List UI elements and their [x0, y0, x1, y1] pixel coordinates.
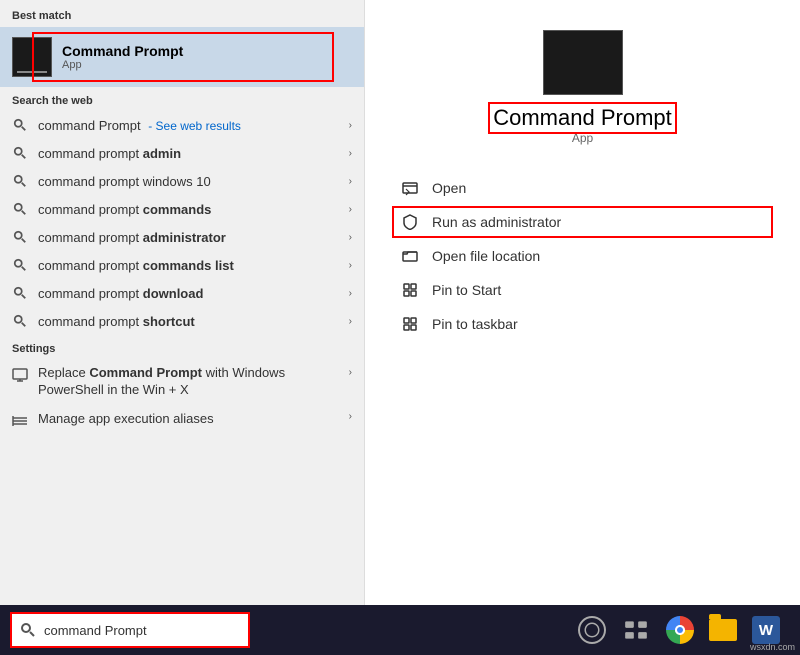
search-item-4[interactable]: command prompt commands ›	[0, 195, 364, 223]
see-web-label: - See web results	[148, 119, 241, 133]
search-icon-2	[12, 145, 28, 161]
cortana-icon[interactable]	[578, 616, 606, 644]
search-icon-1	[12, 117, 28, 133]
search-text-6: command prompt commands list	[38, 258, 349, 273]
action-run-as-admin[interactable]: Run as administrator	[395, 209, 770, 235]
open-icon	[400, 178, 420, 198]
search-item-1[interactable]: command Prompt - See web results ›	[0, 111, 364, 139]
taskbar-search-text: command Prompt	[44, 623, 147, 638]
search-item-7[interactable]: command prompt download ›	[0, 279, 364, 307]
search-item-6[interactable]: command prompt commands list ›	[0, 251, 364, 279]
action-list: Open Run as administrator	[395, 175, 770, 337]
action-pin-taskbar[interactable]: Pin to taskbar	[395, 311, 770, 337]
taskbar: command Prompt	[0, 605, 800, 655]
right-panel: Command Prompt App Open	[365, 0, 800, 605]
task-view-icon[interactable]	[621, 615, 651, 645]
chevron-8: ›	[349, 316, 352, 327]
search-item-3[interactable]: command prompt windows 10 ›	[0, 167, 364, 195]
word-label: W	[759, 622, 773, 639]
settings-header: Settings	[0, 335, 364, 359]
taskbar-icons: W	[578, 615, 780, 645]
word-icon[interactable]: W	[752, 616, 780, 644]
pin-taskbar-label: Pin to taskbar	[432, 316, 518, 332]
run-as-admin-label: Run as administrator	[432, 214, 561, 230]
chrome-icon[interactable]	[666, 616, 694, 644]
settings-item-2[interactable]: Manage app execution aliases ›	[0, 405, 364, 435]
search-web-header: Search the web	[0, 87, 364, 111]
search-icon-6	[12, 257, 28, 273]
best-match-app-name: Command Prompt	[62, 43, 183, 59]
list-icon	[12, 413, 28, 429]
search-icon-8	[12, 313, 28, 329]
search-text-2: command prompt admin	[38, 146, 349, 161]
best-match-item[interactable]: Command Prompt App	[0, 27, 364, 87]
app-preview-name: Command Prompt	[493, 105, 672, 131]
settings-text-2: Manage app execution aliases	[38, 411, 349, 428]
pin-taskbar-icon	[400, 314, 420, 334]
main-container: Best match Command Prompt App Search the…	[0, 0, 800, 605]
search-item-5[interactable]: command prompt administrator ›	[0, 223, 364, 251]
search-text-4: command prompt commands	[38, 202, 349, 217]
search-icon-4	[12, 201, 28, 217]
search-text-1: command Prompt - See web results	[38, 118, 349, 133]
taskbar-search-box[interactable]: command Prompt	[10, 612, 250, 648]
open-file-location-label: Open file location	[432, 248, 540, 264]
cmd-app-icon	[12, 37, 52, 77]
search-icon-5	[12, 229, 28, 245]
search-text-5: command prompt administrator	[38, 230, 349, 245]
chevron-6: ›	[349, 260, 352, 271]
search-icon-7	[12, 285, 28, 301]
settings-chevron-2: ›	[349, 411, 352, 422]
best-match-header: Best match	[0, 0, 364, 27]
chevron-7: ›	[349, 288, 352, 299]
search-text-3: command prompt windows 10	[38, 174, 349, 189]
search-text-8: command prompt shortcut	[38, 314, 349, 329]
app-preview: Command Prompt App	[395, 30, 770, 145]
search-text-7: command prompt download	[38, 286, 349, 301]
settings-chevron-1: ›	[349, 367, 352, 378]
action-open[interactable]: Open	[395, 175, 770, 201]
chevron-1: ›	[349, 120, 352, 131]
pin-start-icon	[400, 280, 420, 300]
left-panel: Best match Command Prompt App Search the…	[0, 0, 365, 605]
action-pin-start[interactable]: Pin to Start	[395, 277, 770, 303]
search-item-2[interactable]: command prompt admin ›	[0, 139, 364, 167]
action-open-file-location[interactable]: Open file location	[395, 243, 770, 269]
shield-icon	[400, 212, 420, 232]
settings-text-1: Replace Command Prompt with Windows Powe…	[38, 365, 349, 399]
chevron-5: ›	[349, 232, 352, 243]
file-explorer-icon[interactable]	[709, 619, 737, 641]
pin-start-label: Pin to Start	[432, 282, 501, 298]
search-icon-3	[12, 173, 28, 189]
best-match-text: Command Prompt App	[62, 43, 183, 71]
folder-open-icon	[400, 246, 420, 266]
taskbar-search-icon	[20, 622, 36, 638]
watermark: wsxdn.com	[750, 642, 795, 652]
chevron-4: ›	[349, 204, 352, 215]
monitor-icon	[12, 367, 28, 383]
open-label: Open	[432, 180, 466, 196]
search-item-8[interactable]: command prompt shortcut ›	[0, 307, 364, 335]
chevron-3: ›	[349, 176, 352, 187]
settings-item-1[interactable]: Replace Command Prompt with Windows Powe…	[0, 359, 364, 405]
app-preview-icon	[543, 30, 623, 95]
best-match-app-type: App	[62, 59, 183, 71]
chevron-2: ›	[349, 148, 352, 159]
app-preview-type: App	[572, 131, 593, 145]
